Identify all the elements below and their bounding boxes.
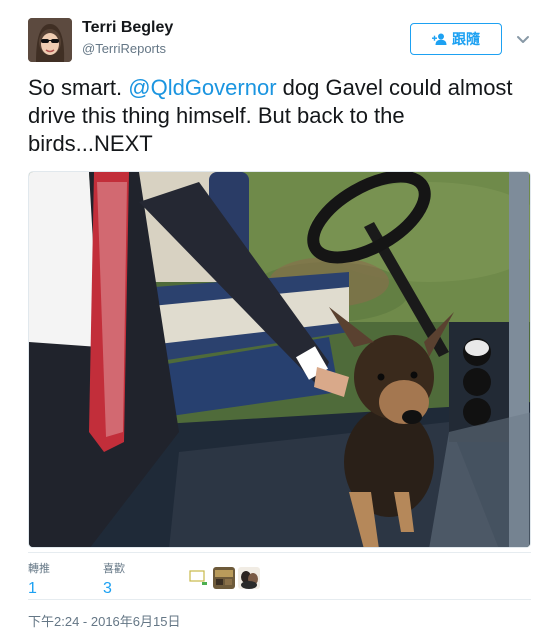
mention-link[interactable]: @QldGovernor xyxy=(128,75,276,100)
tweet-timestamp[interactable]: 下午2:24 - 2016年6月15日 xyxy=(28,611,180,630)
liker-avatar[interactable] xyxy=(188,567,210,589)
stats-divider-bottom xyxy=(28,599,531,600)
tweet-card: Terri Begley @TerriReports 跟隨 So smart. … xyxy=(0,0,558,633)
retweets-stat[interactable]: 轉推 1 xyxy=(28,560,50,598)
follow-button[interactable]: 跟隨 xyxy=(410,23,502,55)
liker-avatar[interactable] xyxy=(213,567,235,589)
tweet-text: So smart. @QldGovernor dog Gavel could a… xyxy=(28,74,533,158)
likes-stat[interactable]: 喜歡 3 xyxy=(103,560,125,598)
retweets-count[interactable]: 1 xyxy=(28,580,50,598)
liker-avatar[interactable] xyxy=(238,567,260,589)
chevron-down-icon[interactable] xyxy=(514,30,532,48)
liker-avatars xyxy=(188,567,260,589)
author-avatar[interactable] xyxy=(28,18,72,62)
retweets-label: 轉推 xyxy=(28,563,50,575)
add-person-icon xyxy=(432,33,448,45)
likes-count[interactable]: 3 xyxy=(103,580,125,598)
follow-button-label: 跟隨 xyxy=(452,31,480,47)
stats-divider-top xyxy=(28,552,531,553)
author-handle[interactable]: @TerriReports xyxy=(82,41,166,56)
likes-label: 喜歡 xyxy=(103,563,125,575)
author-display-name[interactable]: Terri Begley xyxy=(82,19,173,37)
tweet-photo[interactable] xyxy=(28,171,531,548)
tweet-text-start: So smart. xyxy=(28,75,129,100)
